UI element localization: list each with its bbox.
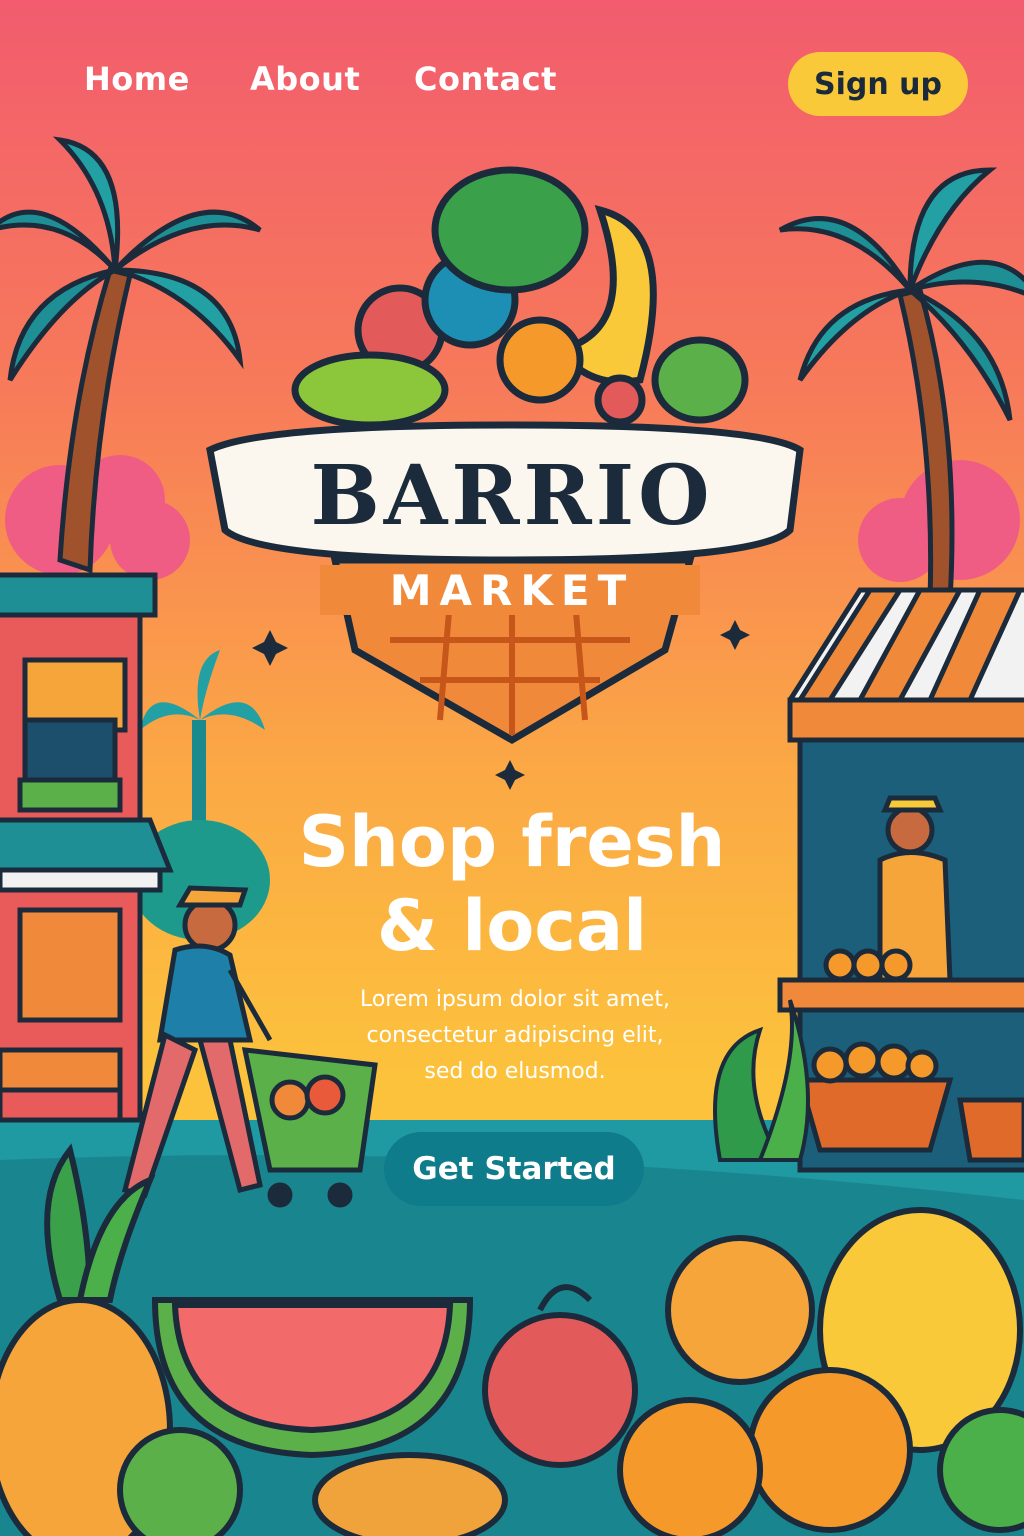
get-started-button[interactable]: Get Started [384,1132,644,1206]
logo-title: BARRIO [310,448,714,544]
hero-description-line-1: Lorem ipsum dolor sit amet, [359,987,671,1012]
nav-link-contact[interactable]: Contact [414,60,557,98]
logo-subtitle: MARKET [389,566,635,615]
hero-headline-line-2: & local [376,885,648,967]
hero-description-line-3: sed do elusmod. [424,1059,606,1084]
hero-headline-line-1: Shop fresh [298,801,726,883]
hero-headline: Shop fresh & local [0,800,1024,968]
top-nav: Home About Contact Sign up [0,52,1024,116]
signup-button[interactable]: Sign up [788,52,968,116]
market-illustration [0,0,1024,1536]
hero-description: Lorem ipsum dolor sit amet, consectetur … [320,982,710,1090]
nav-link-home[interactable]: Home [84,60,190,98]
hero-description-line-2: consectetur adipiscing elit, [366,1023,664,1048]
nav-link-about[interactable]: About [250,60,360,98]
